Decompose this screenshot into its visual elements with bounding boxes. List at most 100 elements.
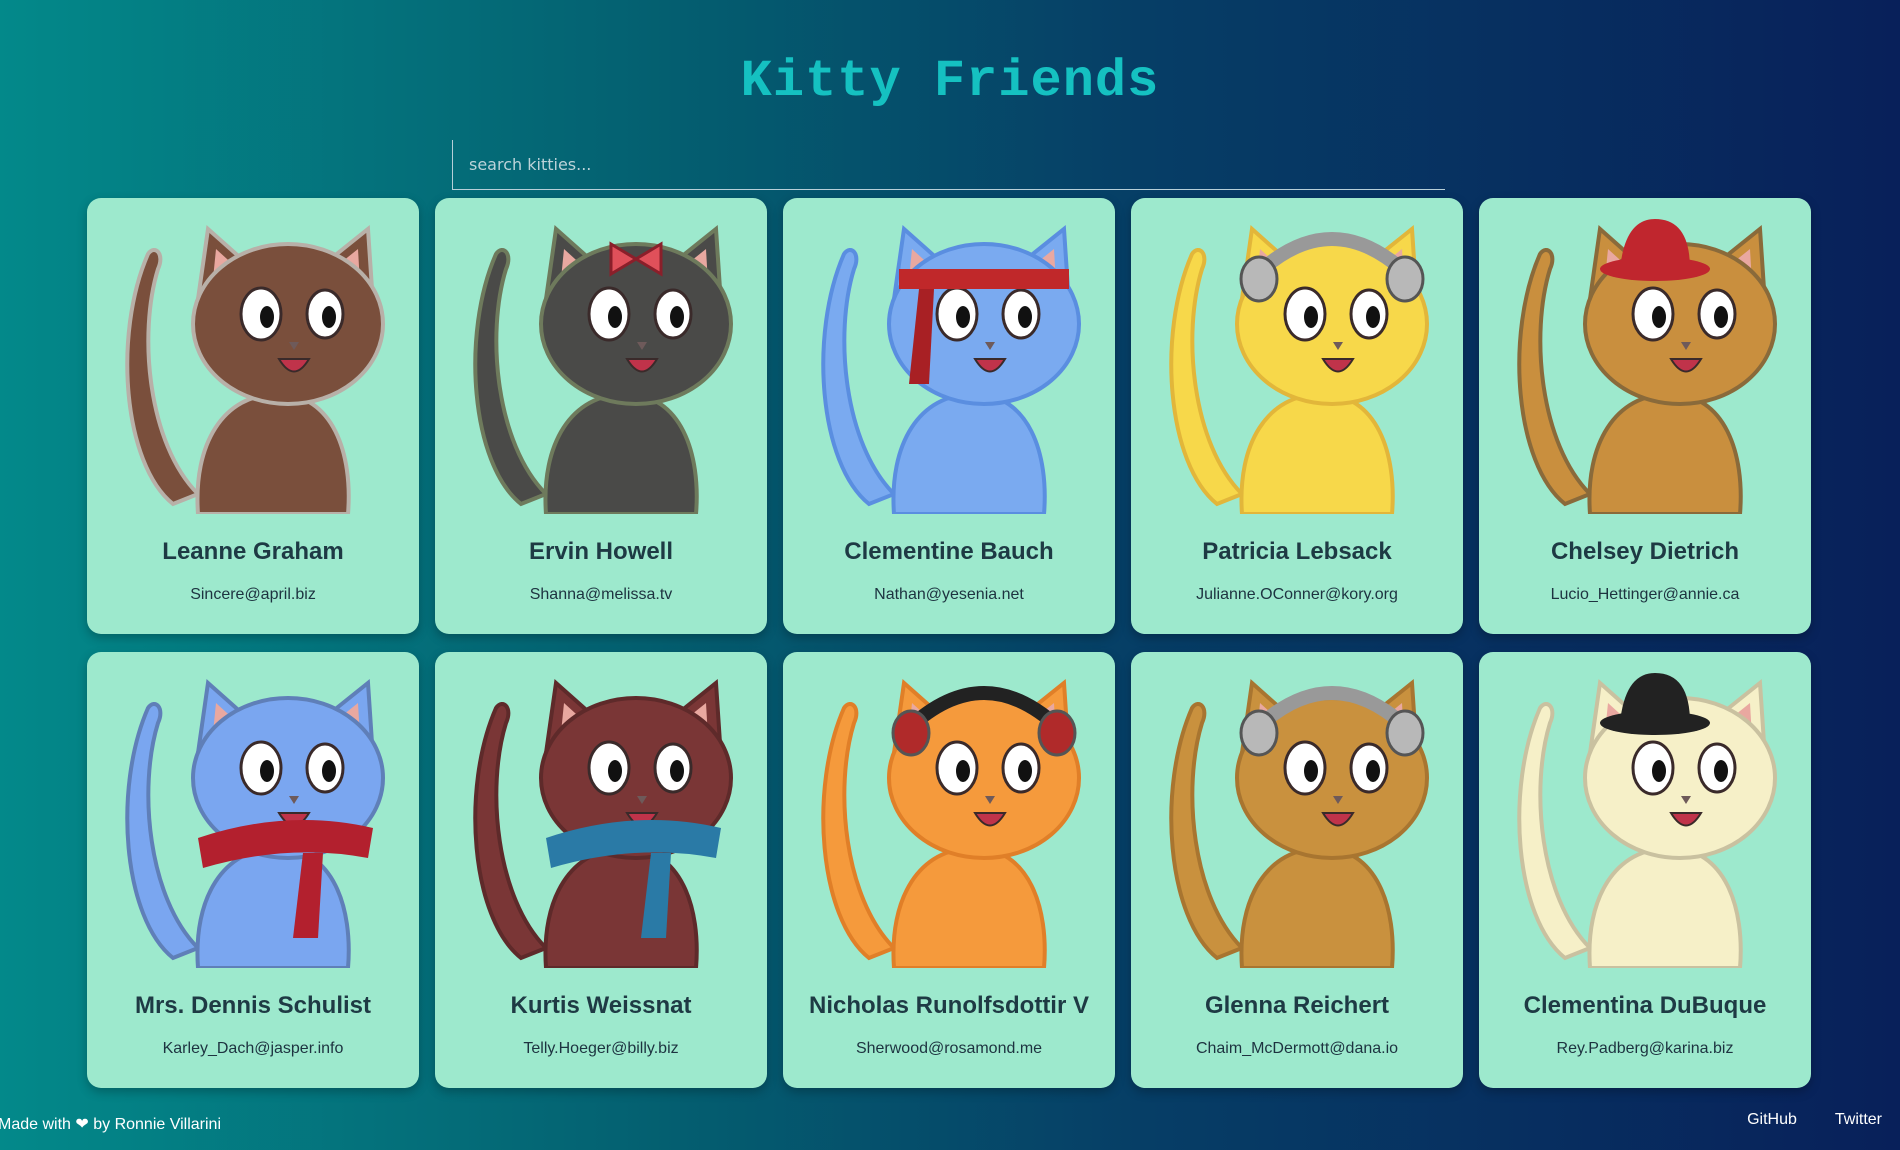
kitty-grid: Leanne Graham Sincere@april.biz Ervin How… — [87, 198, 1811, 1088]
cat-image — [1517, 673, 1777, 968]
cat-pupil-right — [1018, 760, 1032, 782]
headphones-right-icon — [1385, 709, 1425, 757]
cat-body — [1587, 391, 1743, 514]
cat-tail — [821, 248, 898, 507]
cat-pupil-left — [608, 760, 622, 782]
cat-image — [125, 225, 385, 514]
cat-pupil-right — [1366, 306, 1380, 328]
made-with-prefix: Made with — [0, 1116, 71, 1133]
cat-body — [543, 845, 699, 968]
kitty-email: Sherwood@rosamond.me — [855, 1040, 1043, 1057]
cat-body — [1239, 391, 1395, 514]
headphones-left-icon — [1239, 709, 1279, 757]
cat-body — [1587, 845, 1743, 968]
cat-body — [891, 845, 1047, 968]
cat-pupil-left — [260, 306, 274, 328]
kitty-email: Telly.Hoeger@billy.biz — [523, 1040, 679, 1057]
kitty-name: Nicholas Runolfsdottir V — [808, 992, 1089, 1019]
cat-tail — [1517, 248, 1594, 507]
twitter-link[interactable]: Twitter — [1835, 1111, 1882, 1129]
kitty-email: Nathan@yesenia.net — [874, 586, 1024, 603]
cat-pupil-right — [322, 306, 336, 328]
headphones-left-icon — [1239, 255, 1279, 303]
cat-tail — [473, 702, 550, 961]
headband-icon — [899, 269, 1069, 289]
kitty-email: Karley_Dach@jasper.info — [162, 1040, 344, 1057]
headphones-right-icon — [1037, 709, 1077, 757]
cat-image — [821, 679, 1081, 968]
cat-pupil-left — [956, 306, 970, 328]
cat-pupil-left — [608, 306, 622, 328]
search-box — [452, 140, 1445, 190]
hat-crown-icon — [1620, 673, 1690, 723]
kitty-email: Sincere@april.biz — [190, 586, 316, 603]
cat-pupil-right — [1714, 306, 1728, 328]
kitty-email: Shanna@melissa.tv — [529, 586, 673, 603]
kitty-name: Glenna Reichert — [1204, 992, 1390, 1019]
cat-pupil-left — [1652, 306, 1666, 328]
cat-head — [191, 242, 385, 406]
cat-pupil-right — [322, 760, 336, 782]
cat-body — [543, 391, 699, 514]
footer-credit: Made with ❤ by Ronnie Villarini — [0, 1114, 221, 1134]
cat-tail — [821, 702, 898, 961]
cat-body — [195, 845, 351, 968]
cat-image — [821, 225, 1081, 514]
cat-pupil-left — [1304, 760, 1318, 782]
kitty-card[interactable]: Glenna Reichert Chaim_McDermott@dana.io — [1131, 652, 1463, 1088]
cat-pupil-left — [260, 760, 274, 782]
cat-image — [473, 225, 733, 514]
hat-crown-icon — [1620, 219, 1690, 269]
kitty-name: Chelsey Dietrich — [1550, 538, 1740, 565]
footer-links: GitHub Twitter — [1747, 1111, 1882, 1129]
kitty-card[interactable]: Clementine Bauch Nathan@yesenia.net — [783, 198, 1115, 634]
cat-tail — [1517, 702, 1594, 961]
cat-tail — [1169, 248, 1246, 507]
cat-image — [1169, 679, 1429, 968]
github-link[interactable]: GitHub — [1747, 1111, 1797, 1129]
kitty-email: Chaim_McDermott@dana.io — [1195, 1040, 1399, 1057]
kitty-card[interactable]: Nicholas Runolfsdottir V Sherwood@rosamon… — [783, 652, 1115, 1088]
cat-pupil-right — [670, 306, 684, 328]
kitty-email: Julianne.OConner@kory.org — [1196, 586, 1398, 603]
kitty-card[interactable]: Chelsey Dietrich Lucio_Hettinger@annie.ca — [1479, 198, 1811, 634]
kitty-card[interactable]: Clementina DuBuque Rey.Padberg@karina.biz — [1479, 652, 1811, 1088]
kitty-card[interactable]: Ervin Howell Shanna@melissa.tv — [435, 198, 767, 634]
kitty-card[interactable]: Mrs. Dennis Schulist Karley_Dach@jasper.i… — [87, 652, 419, 1088]
headphones-right-icon — [1385, 255, 1425, 303]
made-with-suffix: by Ronnie Villarini — [93, 1116, 222, 1133]
cat-pupil-left — [956, 760, 970, 782]
heart-icon: ❤ — [75, 1116, 89, 1133]
kitty-name: Clementine Bauch — [844, 538, 1054, 565]
search-input[interactable] — [453, 140, 1445, 189]
cat-image — [125, 679, 385, 968]
page-title: Kitty Friends — [740, 52, 1160, 111]
kitty-card[interactable]: Kurtis Weissnat Telly.Hoeger@billy.biz — [435, 652, 767, 1088]
cat-tail — [125, 248, 202, 507]
cat-body — [195, 391, 351, 514]
cat-pupil-left — [1304, 306, 1318, 328]
cat-tail — [473, 248, 550, 507]
headphones-left-icon — [891, 709, 931, 757]
cat-body — [1239, 845, 1395, 968]
cat-image — [473, 679, 733, 968]
cat-image — [1169, 225, 1429, 514]
kitty-name: Leanne Graham — [162, 538, 344, 565]
cat-body — [891, 391, 1047, 514]
cat-head — [539, 242, 733, 406]
kitty-name: Mrs. Dennis Schulist — [134, 992, 372, 1019]
cat-pupil-right — [1366, 760, 1380, 782]
cat-pupil-left — [1652, 760, 1666, 782]
kitty-name: Kurtis Weissnat — [510, 992, 692, 1019]
kitty-name: Patricia Lebsack — [1202, 538, 1392, 565]
cat-pupil-right — [1714, 760, 1728, 782]
kitty-card[interactable]: Leanne Graham Sincere@april.biz — [87, 198, 419, 634]
kitty-card[interactable]: Patricia Lebsack Julianne.OConner@kory.or… — [1131, 198, 1463, 634]
cat-image — [1517, 219, 1777, 514]
cat-pupil-right — [1018, 306, 1032, 328]
kitty-email: Lucio_Hettinger@annie.ca — [1550, 586, 1740, 603]
cat-tail — [1169, 702, 1246, 961]
cat-tail — [125, 702, 202, 961]
kitty-email: Rey.Padberg@karina.biz — [1556, 1040, 1734, 1057]
cat-pupil-right — [670, 760, 684, 782]
